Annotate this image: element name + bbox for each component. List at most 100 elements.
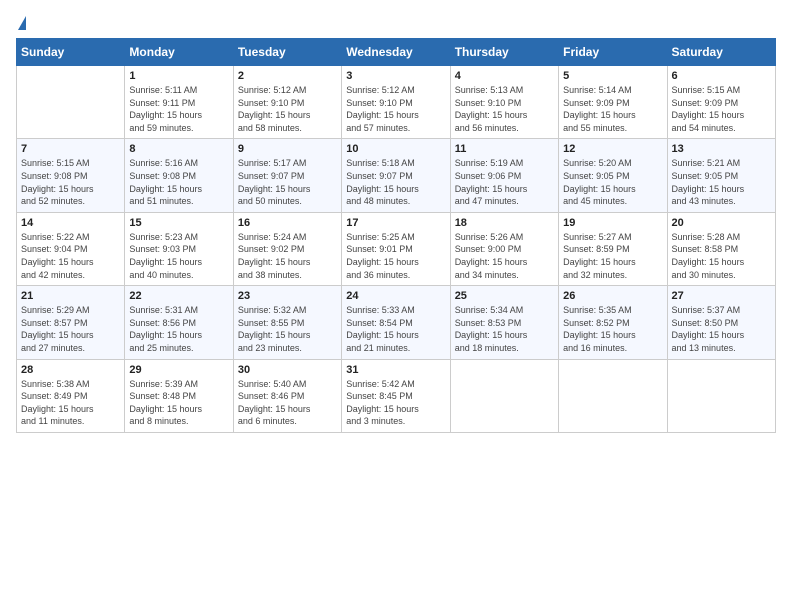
day-number: 3 [346, 70, 445, 82]
day-number: 1 [129, 70, 228, 82]
day-info: Sunrise: 5:39 AM Sunset: 8:48 PM Dayligh… [129, 378, 228, 428]
day-number: 6 [672, 70, 771, 82]
calendar-cell [450, 359, 558, 432]
day-info: Sunrise: 5:13 AM Sunset: 9:10 PM Dayligh… [455, 84, 554, 134]
day-number: 9 [238, 143, 337, 155]
day-number: 14 [21, 217, 120, 229]
calendar-cell: 11 Sunrise: 5:19 AM Sunset: 9:06 PM Dayli… [450, 139, 558, 212]
weekday-header-row: SundayMondayTuesdayWednesdayThursdayFrid… [17, 39, 776, 66]
day-info: Sunrise: 5:35 AM Sunset: 8:52 PM Dayligh… [563, 304, 662, 354]
week-row-4: 21 Sunrise: 5:29 AM Sunset: 8:57 PM Dayli… [17, 286, 776, 359]
day-number: 10 [346, 143, 445, 155]
day-info: Sunrise: 5:26 AM Sunset: 9:00 PM Dayligh… [455, 231, 554, 281]
day-number: 27 [672, 290, 771, 302]
day-number: 15 [129, 217, 228, 229]
calendar-cell: 29 Sunrise: 5:39 AM Sunset: 8:48 PM Dayli… [125, 359, 233, 432]
calendar-cell: 1 Sunrise: 5:11 AM Sunset: 9:11 PM Daylig… [125, 66, 233, 139]
day-number: 20 [672, 217, 771, 229]
day-info: Sunrise: 5:42 AM Sunset: 8:45 PM Dayligh… [346, 378, 445, 428]
day-number: 8 [129, 143, 228, 155]
calendar-cell: 22Sunrise: 5:31 AM Sunset: 8:56 PM Dayli… [125, 286, 233, 359]
day-info: Sunrise: 5:31 AM Sunset: 8:56 PM Dayligh… [129, 304, 228, 354]
calendar-cell: 26 Sunrise: 5:35 AM Sunset: 8:52 PM Dayli… [559, 286, 667, 359]
day-info: Sunrise: 5:16 AM Sunset: 9:08 PM Dayligh… [129, 157, 228, 207]
calendar-cell: 4 Sunrise: 5:13 AM Sunset: 9:10 PM Daylig… [450, 66, 558, 139]
calendar-cell: 12Sunrise: 5:20 AM Sunset: 9:05 PM Dayli… [559, 139, 667, 212]
page-header [16, 16, 776, 30]
calendar-cell: 8 Sunrise: 5:16 AM Sunset: 9:08 PM Daylig… [125, 139, 233, 212]
week-row-2: 7 Sunrise: 5:15 AM Sunset: 9:08 PM Daylig… [17, 139, 776, 212]
day-info: Sunrise: 5:12 AM Sunset: 9:10 PM Dayligh… [346, 84, 445, 134]
day-number: 25 [455, 290, 554, 302]
day-number: 26 [563, 290, 662, 302]
calendar-cell: 20 Sunrise: 5:28 AM Sunset: 8:58 PM Dayli… [667, 212, 775, 285]
day-info: Sunrise: 5:27 AM Sunset: 8:59 PM Dayligh… [563, 231, 662, 281]
week-row-3: 14Sunrise: 5:22 AM Sunset: 9:04 PM Dayli… [17, 212, 776, 285]
day-info: Sunrise: 5:34 AM Sunset: 8:53 PM Dayligh… [455, 304, 554, 354]
week-row-1: 1 Sunrise: 5:11 AM Sunset: 9:11 PM Daylig… [17, 66, 776, 139]
logo-icon [18, 16, 26, 30]
day-info: Sunrise: 5:32 AM Sunset: 8:55 PM Dayligh… [238, 304, 337, 354]
calendar-cell: 17 Sunrise: 5:25 AM Sunset: 9:01 PM Dayli… [342, 212, 450, 285]
calendar-cell: 25 Sunrise: 5:34 AM Sunset: 8:53 PM Dayli… [450, 286, 558, 359]
day-info: Sunrise: 5:29 AM Sunset: 8:57 PM Dayligh… [21, 304, 120, 354]
day-info: Sunrise: 5:15 AM Sunset: 9:09 PM Dayligh… [672, 84, 771, 134]
weekday-header-thursday: Thursday [450, 39, 558, 66]
calendar-cell: 19Sunrise: 5:27 AM Sunset: 8:59 PM Dayli… [559, 212, 667, 285]
calendar-cell: 14Sunrise: 5:22 AM Sunset: 9:04 PM Dayli… [17, 212, 125, 285]
day-number: 23 [238, 290, 337, 302]
calendar-cell: 31Sunrise: 5:42 AM Sunset: 8:45 PM Dayli… [342, 359, 450, 432]
day-info: Sunrise: 5:15 AM Sunset: 9:08 PM Dayligh… [21, 157, 120, 207]
calendar-cell [667, 359, 775, 432]
day-info: Sunrise: 5:25 AM Sunset: 9:01 PM Dayligh… [346, 231, 445, 281]
day-number: 13 [672, 143, 771, 155]
day-info: Sunrise: 5:21 AM Sunset: 9:05 PM Dayligh… [672, 157, 771, 207]
day-info: Sunrise: 5:24 AM Sunset: 9:02 PM Dayligh… [238, 231, 337, 281]
weekday-header-sunday: Sunday [17, 39, 125, 66]
weekday-header-saturday: Saturday [667, 39, 775, 66]
calendar-cell: 16 Sunrise: 5:24 AM Sunset: 9:02 PM Dayli… [233, 212, 341, 285]
day-info: Sunrise: 5:17 AM Sunset: 9:07 PM Dayligh… [238, 157, 337, 207]
calendar-cell: 27 Sunrise: 5:37 AM Sunset: 8:50 PM Dayli… [667, 286, 775, 359]
calendar-cell: 13 Sunrise: 5:21 AM Sunset: 9:05 PM Dayli… [667, 139, 775, 212]
day-number: 5 [563, 70, 662, 82]
day-number: 17 [346, 217, 445, 229]
weekday-header-tuesday: Tuesday [233, 39, 341, 66]
day-number: 30 [238, 364, 337, 376]
day-info: Sunrise: 5:23 AM Sunset: 9:03 PM Dayligh… [129, 231, 228, 281]
day-info: Sunrise: 5:33 AM Sunset: 8:54 PM Dayligh… [346, 304, 445, 354]
day-info: Sunrise: 5:28 AM Sunset: 8:58 PM Dayligh… [672, 231, 771, 281]
weekday-header-monday: Monday [125, 39, 233, 66]
day-info: Sunrise: 5:18 AM Sunset: 9:07 PM Dayligh… [346, 157, 445, 207]
week-row-5: 28Sunrise: 5:38 AM Sunset: 8:49 PM Dayli… [17, 359, 776, 432]
day-info: Sunrise: 5:38 AM Sunset: 8:49 PM Dayligh… [21, 378, 120, 428]
weekday-header-wednesday: Wednesday [342, 39, 450, 66]
calendar-cell: 2 Sunrise: 5:12 AM Sunset: 9:10 PM Daylig… [233, 66, 341, 139]
day-info: Sunrise: 5:11 AM Sunset: 9:11 PM Dayligh… [129, 84, 228, 134]
day-number: 2 [238, 70, 337, 82]
calendar-cell [17, 66, 125, 139]
weekday-header-friday: Friday [559, 39, 667, 66]
day-number: 4 [455, 70, 554, 82]
day-number: 24 [346, 290, 445, 302]
day-info: Sunrise: 5:12 AM Sunset: 9:10 PM Dayligh… [238, 84, 337, 134]
day-info: Sunrise: 5:14 AM Sunset: 9:09 PM Dayligh… [563, 84, 662, 134]
day-number: 29 [129, 364, 228, 376]
calendar-cell: 3 Sunrise: 5:12 AM Sunset: 9:10 PM Daylig… [342, 66, 450, 139]
calendar-cell: 30 Sunrise: 5:40 AM Sunset: 8:46 PM Dayli… [233, 359, 341, 432]
day-number: 21 [21, 290, 120, 302]
day-info: Sunrise: 5:40 AM Sunset: 8:46 PM Dayligh… [238, 378, 337, 428]
calendar-cell: 21 Sunrise: 5:29 AM Sunset: 8:57 PM Dayli… [17, 286, 125, 359]
day-info: Sunrise: 5:20 AM Sunset: 9:05 PM Dayligh… [563, 157, 662, 207]
day-number: 16 [238, 217, 337, 229]
day-info: Sunrise: 5:37 AM Sunset: 8:50 PM Dayligh… [672, 304, 771, 354]
logo [16, 16, 26, 30]
day-number: 11 [455, 143, 554, 155]
day-info: Sunrise: 5:19 AM Sunset: 9:06 PM Dayligh… [455, 157, 554, 207]
calendar-cell: 24 Sunrise: 5:33 AM Sunset: 8:54 PM Dayli… [342, 286, 450, 359]
day-number: 7 [21, 143, 120, 155]
calendar-table: SundayMondayTuesdayWednesdayThursdayFrid… [16, 38, 776, 433]
day-number: 18 [455, 217, 554, 229]
calendar-cell: 15 Sunrise: 5:23 AM Sunset: 9:03 PM Dayli… [125, 212, 233, 285]
calendar-cell: 9 Sunrise: 5:17 AM Sunset: 9:07 PM Daylig… [233, 139, 341, 212]
